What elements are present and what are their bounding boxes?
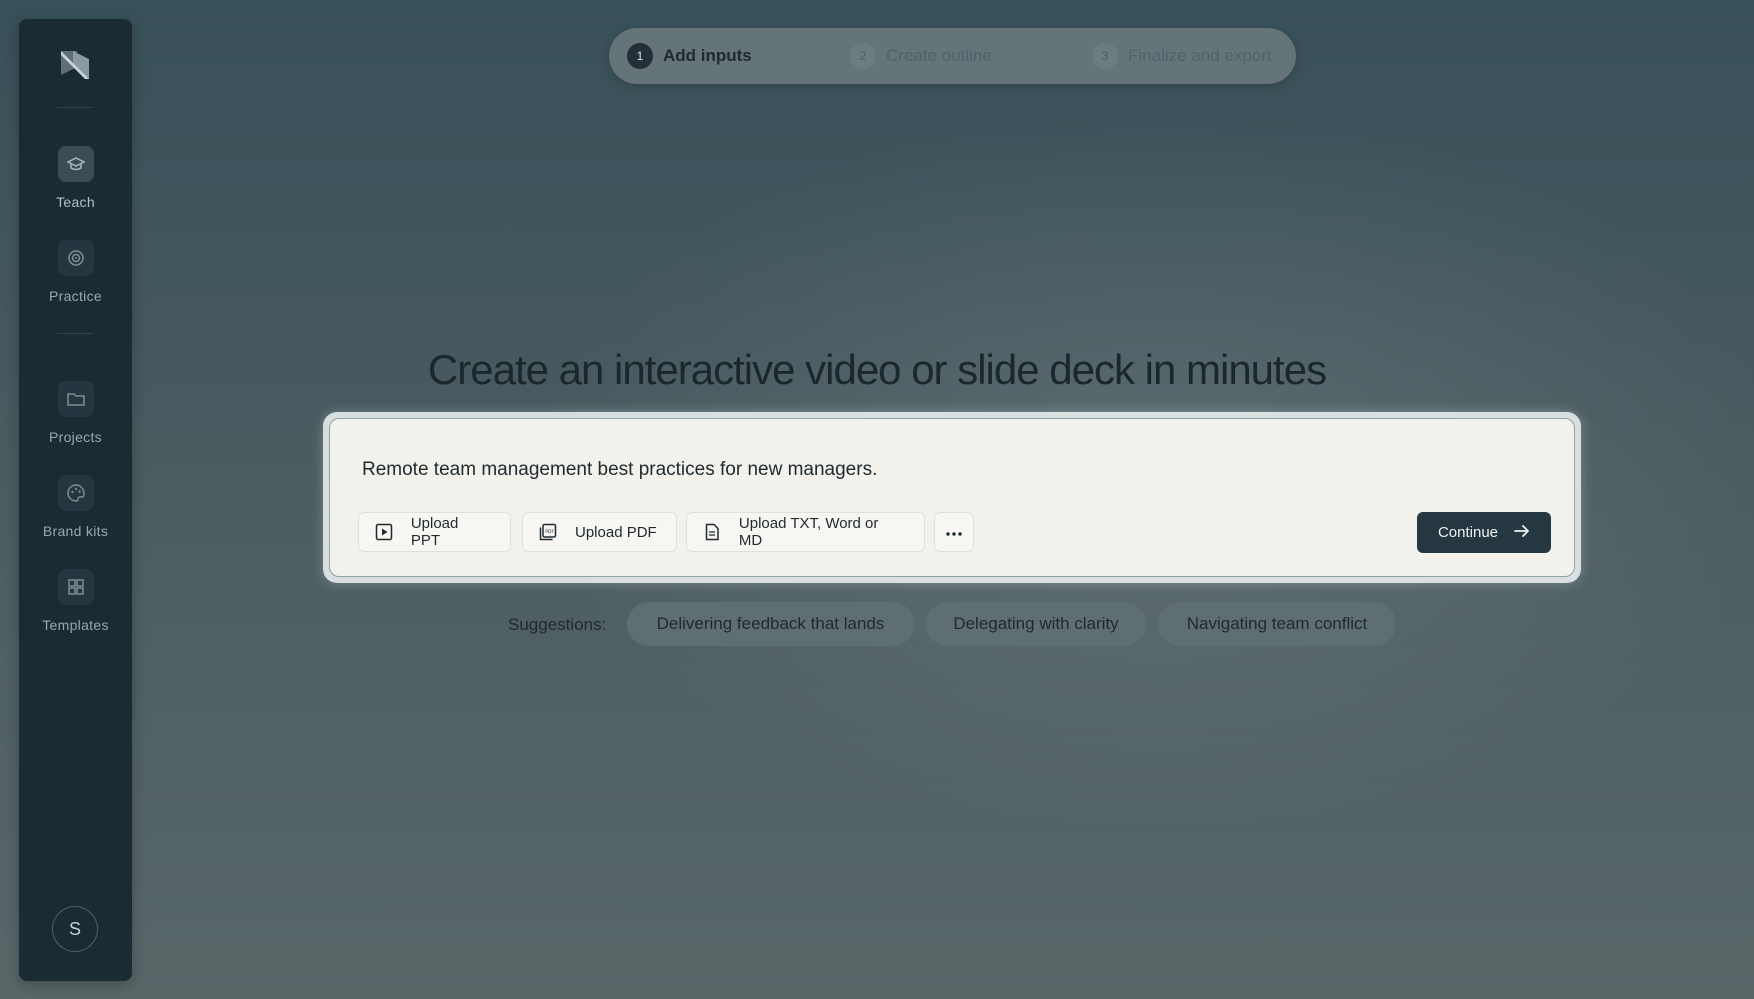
- step-number: 1: [627, 43, 653, 69]
- upload-ppt-label: Upload PPT: [410, 515, 459, 549]
- step-label: Create outline: [886, 46, 992, 65]
- sidebar-item-practice[interactable]: Practice: [19, 240, 132, 304]
- grid-icon: [57, 569, 94, 605]
- suggestion-chip[interactable]: Delegating with clarity: [926, 602, 1146, 646]
- prompt-card-inner: Remote team management best practices fo…: [329, 418, 1575, 577]
- svg-text:PDF: PDF: [545, 529, 554, 535]
- step-number: 2: [850, 43, 876, 69]
- upload-txt-word-md-button[interactable]: Upload TXT, Word or MD: [686, 512, 925, 552]
- sidebar-item-label: Projects: [49, 429, 102, 445]
- suggestions-label: Suggestions:: [508, 615, 607, 634]
- sidebar: Teach Practice Projects Brand kits Templ…: [19, 19, 132, 981]
- page-title: Create an interactive video or slide dec…: [427, 346, 1327, 393]
- play-square-icon: [375, 522, 395, 542]
- step-number: 3: [1092, 43, 1118, 69]
- more-dots-icon: [946, 523, 962, 541]
- upload-pdf-button[interactable]: PDF Upload PDF: [522, 512, 677, 552]
- sidebar-item-teach[interactable]: Teach: [19, 146, 132, 210]
- step-finalize-export[interactable]: 3 Finalize and export: [1092, 42, 1272, 70]
- more-options-button[interactable]: [934, 512, 974, 552]
- logo-icon[interactable]: [55, 45, 95, 85]
- prompt-card: Remote team management best practices fo…: [323, 412, 1581, 583]
- suggestion-chip[interactable]: Delivering feedback that lands: [627, 602, 914, 646]
- continue-button[interactable]: Continue: [1417, 512, 1551, 553]
- upload-ppt-button[interactable]: Upload PPT: [358, 512, 511, 552]
- suggestions-row: Suggestions: Delivering feedback that la…: [0, 602, 1754, 646]
- pdf-icon: PDF: [539, 522, 559, 542]
- palette-icon: [57, 475, 94, 511]
- arrow-right-icon: [1514, 524, 1530, 542]
- sidebar-item-brand-kits[interactable]: Brand kits: [19, 475, 132, 539]
- divider: [57, 107, 93, 108]
- step-add-inputs[interactable]: 1 Add inputs: [627, 42, 752, 70]
- upload-pdf-label: Upload PDF: [575, 523, 657, 541]
- document-icon: [703, 522, 723, 542]
- target-icon: [57, 240, 94, 276]
- divider: [57, 333, 93, 334]
- upload-txt-label: Upload TXT, Word or MD: [738, 515, 879, 549]
- graduation-cap-icon: [57, 146, 94, 182]
- progress-stepper: 1 Add inputs 2 Create outline 3 Finalize…: [609, 28, 1296, 84]
- step-create-outline[interactable]: 2 Create outline: [850, 42, 992, 70]
- prompt-input[interactable]: Remote team management best practices fo…: [362, 459, 877, 481]
- sidebar-item-label: Brand kits: [42, 523, 109, 539]
- continue-label: Continue: [1437, 524, 1499, 541]
- suggestion-chip[interactable]: Navigating team conflict: [1158, 602, 1396, 646]
- step-label: Finalize and export: [1128, 46, 1272, 65]
- avatar[interactable]: S: [52, 906, 98, 952]
- sidebar-item-label: Teach: [56, 194, 95, 210]
- sidebar-item-label: Practice: [49, 288, 102, 304]
- step-label: Add inputs: [663, 46, 752, 65]
